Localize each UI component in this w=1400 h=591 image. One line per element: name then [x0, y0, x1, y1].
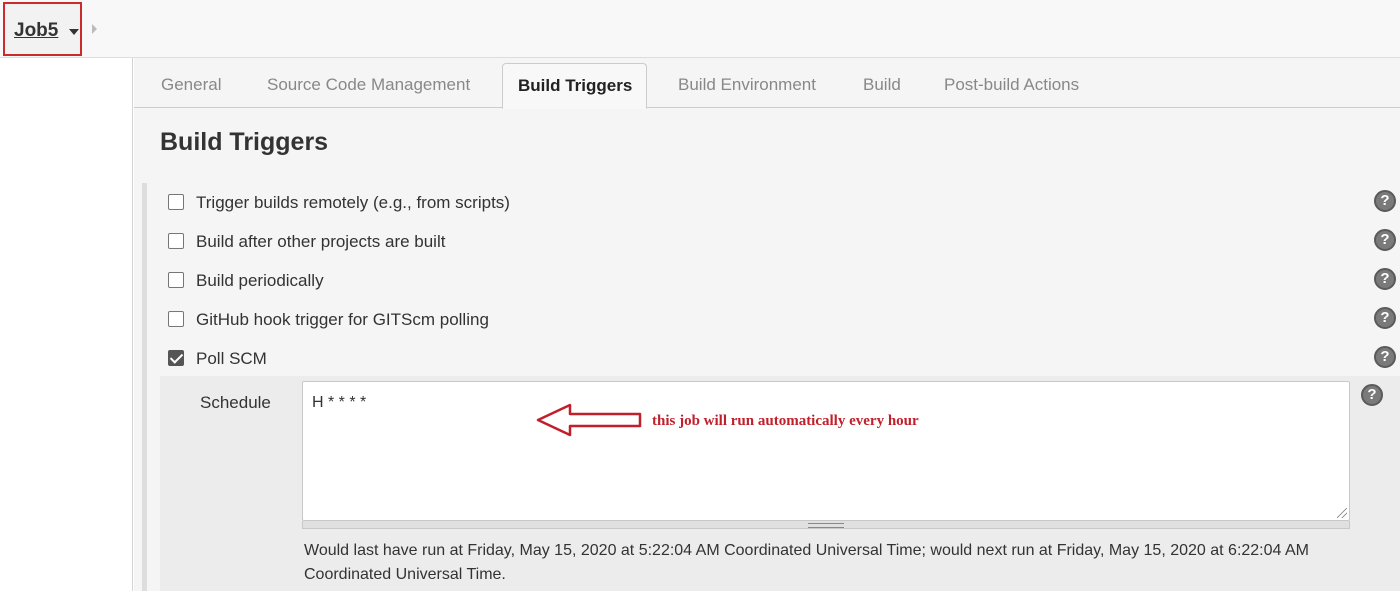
- question-mark-circle-icon[interactable]: ?: [1374, 229, 1396, 251]
- build-periodically-label: Build periodically: [196, 271, 324, 290]
- question-mark-circle-icon[interactable]: ?: [1374, 268, 1396, 290]
- tab-build[interactable]: Build: [863, 75, 901, 95]
- question-mark-circle-icon[interactable]: ?: [1374, 190, 1396, 212]
- question-mark-circle-icon[interactable]: ?: [1361, 384, 1383, 406]
- build-periodically-checkbox[interactable]: [168, 272, 184, 288]
- question-mark-circle-icon[interactable]: ?: [1374, 307, 1396, 329]
- trigger-row-remote: Trigger builds remotely (e.g., from scri…: [160, 190, 1396, 218]
- poll-scm-config: Schedule H * * * * this job will run aut…: [160, 376, 1400, 591]
- build-after-other-label: Build after other projects are built: [196, 232, 446, 251]
- tab-source-code-management[interactable]: Source Code Management: [267, 75, 470, 95]
- schedule-textarea[interactable]: H * * * * this job will run automaticall…: [302, 381, 1350, 521]
- trigger-row-periodically: Build periodically ?: [160, 268, 1396, 296]
- annotation-text: this job will run automatically every ho…: [652, 413, 919, 429]
- question-mark-circle-icon[interactable]: ?: [1374, 346, 1396, 368]
- build-triggers-section: Trigger builds remotely (e.g., from scri…: [142, 183, 1400, 591]
- trigger-remotely-checkbox[interactable]: [168, 194, 184, 210]
- trigger-row-after-other: Build after other projects are built ?: [160, 229, 1396, 257]
- tab-post-build-actions[interactable]: Post-build Actions: [944, 75, 1079, 95]
- tab-bar: General Source Code Management Build Tri…: [134, 58, 1400, 109]
- schedule-label: Schedule: [200, 393, 271, 412]
- tab-build-environment[interactable]: Build Environment: [678, 75, 816, 95]
- trigger-row-poll-scm: Poll SCM ?: [160, 346, 1396, 374]
- tab-build-triggers[interactable]: Build Triggers: [502, 63, 648, 109]
- schedule-info-note: Would last have run at Friday, May 15, 2…: [304, 542, 1309, 583]
- trigger-row-github-hook: GitHub hook trigger for GITScm polling ?: [160, 307, 1396, 335]
- trigger-remotely-label: Trigger builds remotely (e.g., from scri…: [196, 193, 510, 212]
- section-title: Build Triggers: [160, 128, 329, 156]
- poll-scm-checkbox[interactable]: [168, 350, 184, 366]
- textarea-resize-handle[interactable]: [302, 521, 1350, 529]
- job-breadcrumb-highlight: Job5: [3, 2, 82, 56]
- chevron-right-icon[interactable]: [92, 24, 97, 34]
- config-panel: General Source Code Management Build Tri…: [134, 58, 1400, 591]
- github-hook-label: GitHub hook trigger for GITScm polling: [196, 310, 489, 329]
- schedule-value: H * * * *: [312, 394, 367, 411]
- resize-grip-icon[interactable]: [1337, 508, 1347, 518]
- left-arrow-icon: [536, 403, 642, 437]
- poll-scm-label: Poll SCM: [196, 349, 267, 368]
- breadcrumb-bar: Job5: [0, 0, 1400, 58]
- side-panel-divider: [132, 58, 133, 591]
- tab-general[interactable]: General: [161, 75, 221, 95]
- github-hook-checkbox[interactable]: [168, 311, 184, 327]
- build-after-other-checkbox[interactable]: [168, 233, 184, 249]
- caret-down-icon[interactable]: [69, 29, 79, 35]
- job-name-link[interactable]: Job5: [14, 20, 58, 42]
